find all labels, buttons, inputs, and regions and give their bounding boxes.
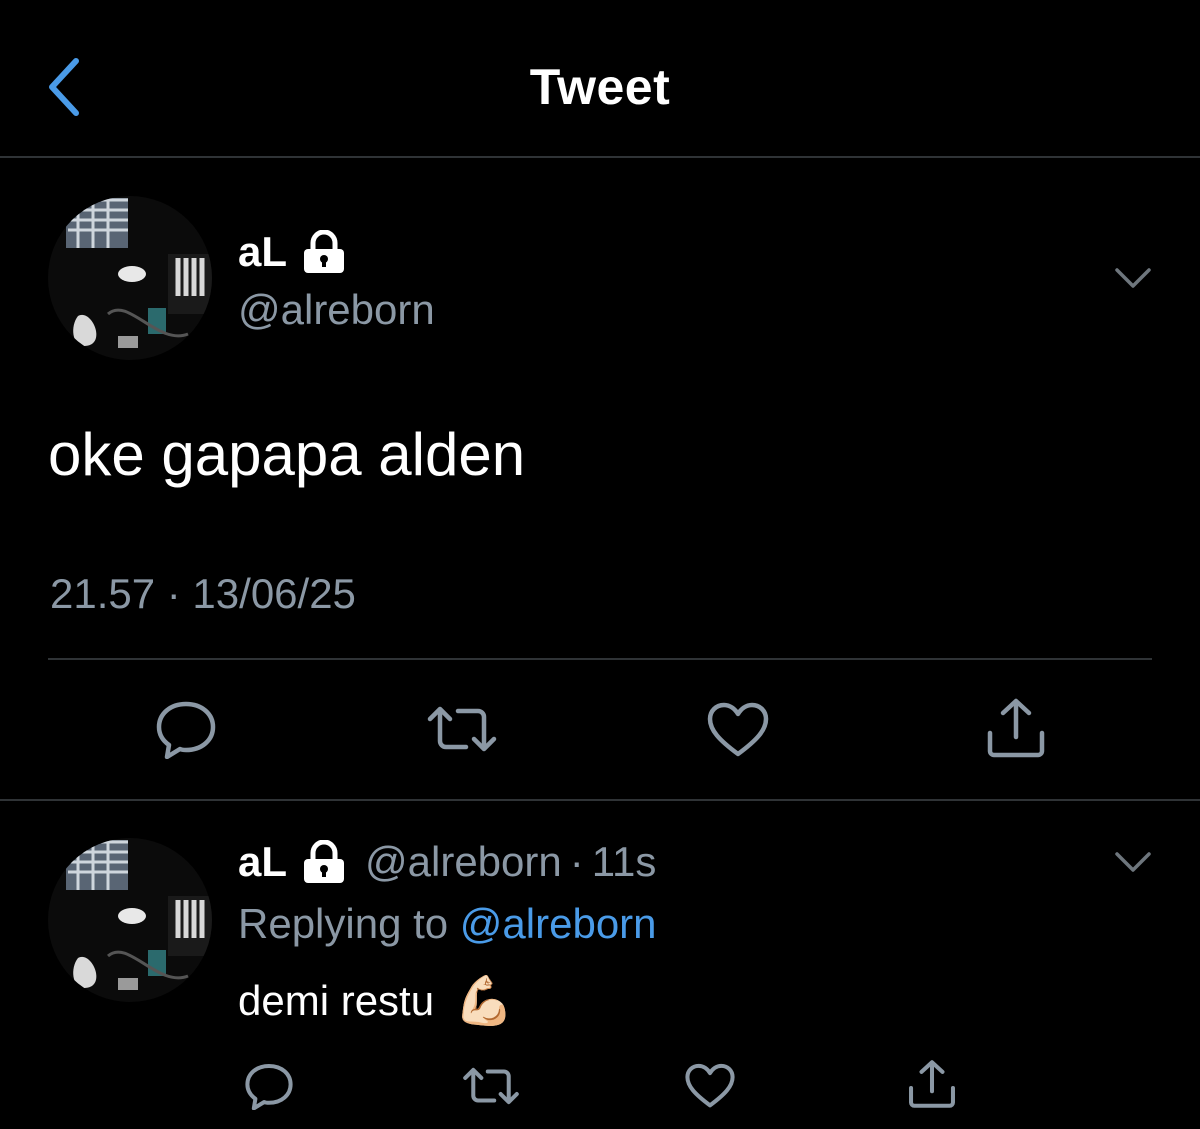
replying-to-label: Replying to — [238, 900, 449, 947]
author-handle[interactable]: @alreborn — [238, 286, 435, 334]
reply-text: demi restu — [238, 976, 435, 1024]
reply-avatar[interactable] — [48, 838, 212, 1002]
author-name: aL — [238, 228, 288, 275]
reply-time[interactable]: 11s — [592, 838, 657, 886]
divider — [0, 799, 1200, 801]
avatar-image — [48, 838, 212, 1002]
reply-options-button[interactable] — [1113, 846, 1153, 876]
tweet-timestamp[interactable]: 21.57 · 13/06/25 — [50, 570, 356, 618]
lock-icon — [304, 230, 345, 273]
tweet-text: oke gapapa alden — [48, 421, 526, 488]
chevron-down-icon — [1115, 268, 1151, 288]
reply-like-button[interactable] — [682, 1060, 738, 1112]
author-name-row: aL — [238, 228, 347, 276]
avatar[interactable] — [48, 196, 212, 360]
divider — [48, 658, 1152, 660]
top-bar: Tweet — [0, 0, 1200, 158]
retweet-button[interactable] — [424, 696, 500, 762]
reply-icon — [245, 1064, 293, 1110]
retweet-icon — [463, 1067, 519, 1105]
share-icon — [909, 1060, 955, 1108]
share-icon — [987, 698, 1045, 758]
reply-icon — [156, 701, 216, 759]
reply-share-button[interactable] — [904, 1056, 960, 1112]
reply-author-handle[interactable]: @alreborn — [365, 838, 562, 886]
reply-author-name: aL — [238, 838, 288, 885]
flexed-biceps-emoji: 💪🏻 — [454, 975, 514, 1028]
lock-icon — [304, 840, 345, 883]
heart-icon — [685, 1063, 735, 1108]
reply-button[interactable] — [150, 696, 222, 762]
avatar-image — [48, 196, 212, 360]
tweet-options-button[interactable] — [1113, 262, 1153, 292]
replying-to: Replying to @alreborn — [238, 900, 657, 948]
share-button[interactable] — [982, 694, 1050, 762]
reply-reply-button[interactable] — [240, 1060, 298, 1112]
reply-header: aL @alreborn · 11s — [238, 838, 656, 886]
reply-retweet-button[interactable] — [460, 1060, 522, 1112]
reply-body: demi restu 💪🏻 — [238, 972, 514, 1029]
like-button[interactable] — [704, 698, 772, 762]
retweet-icon — [427, 706, 497, 752]
replying-to-mention[interactable]: @alreborn — [460, 900, 657, 947]
chevron-down-icon — [1115, 852, 1151, 872]
heart-icon — [707, 702, 769, 757]
reply-separator: · — [569, 838, 584, 885]
page-title: Tweet — [529, 59, 671, 115]
